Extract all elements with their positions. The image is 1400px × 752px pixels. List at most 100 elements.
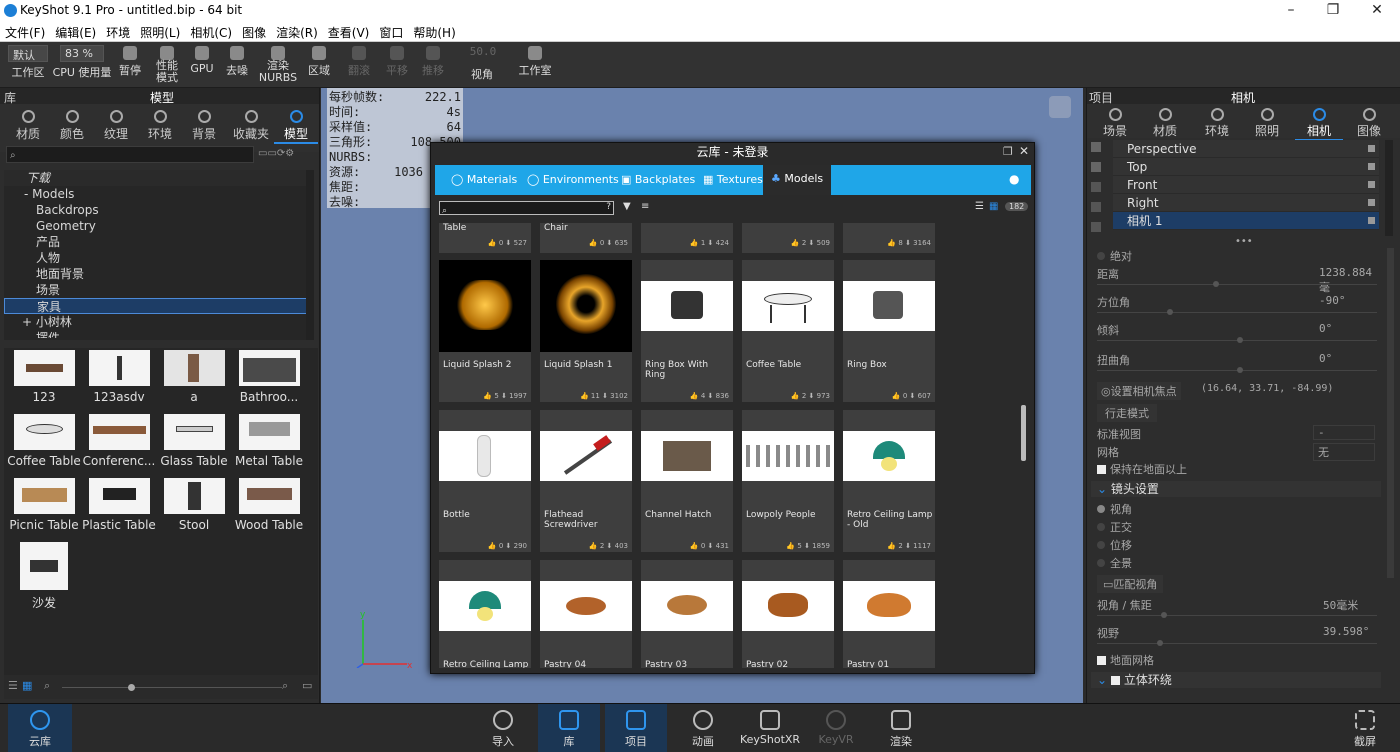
model-card[interactable]: Liquid Splash 2 👍 5 ⬇ 1997 [439,260,531,402]
camera-item-right[interactable]: Right [1113,194,1379,212]
model-thumbnail[interactable]: Picnic Table [6,478,82,532]
tree-item-scenes[interactable]: 场景 [4,282,310,298]
tab-camera[interactable]: 相机 [1295,106,1343,141]
menu-edit[interactable]: 编辑(E) [50,22,101,43]
dolly-button[interactable]: 推移 [418,42,448,88]
fov-value[interactable]: 50.0 [458,45,508,63]
menu-help[interactable]: 帮助(H) [408,22,460,43]
twist-slider[interactable] [1097,367,1377,373]
tree-item-models[interactable]: - Models [4,186,310,202]
ground-grid-checkbox[interactable]: 地面网格 [1097,652,1154,668]
camera-item-front[interactable]: Front [1113,176,1379,194]
close-icon[interactable]: ✕ [1362,2,1392,18]
thumbnail-size-slider[interactable] [62,687,282,688]
model-thumbnail[interactable]: Coffee Table [6,414,82,468]
field-of-view-slider[interactable] [1097,640,1377,646]
tree-scrollbar[interactable] [306,170,314,340]
keyshotxr-button[interactable]: KeyShotXR [735,704,805,752]
model-thumbnail[interactable]: 123asdv [81,350,157,404]
cpu-usage-select[interactable]: 83 % [60,45,104,62]
pan-button[interactable]: 平移 [382,42,412,88]
lens-option-panoramic[interactable]: 全景 [1097,555,1132,571]
cloud-scrollbar-thumb[interactable] [1021,405,1026,461]
camera-item-perspective[interactable]: Perspective [1113,140,1379,158]
tab-backplates[interactable]: 背景 [182,106,226,142]
tab-image[interactable]: 图像 [1347,106,1391,139]
user-icon[interactable]: ● [1009,172,1019,186]
grid-select[interactable]: 无 [1313,443,1375,461]
model-card[interactable]: Retro Ceiling Lamp - Old 👍 2 ⬇ 1117 [843,410,935,552]
camera-item-camera-1[interactable]: 相机 1 [1113,212,1379,230]
tree-item-products[interactable]: 产品 [4,234,310,250]
tab-backplates[interactable]: ▣ Backplates [621,173,695,186]
model-card[interactable]: Table 👍 0 ⬇ 527 [439,223,531,253]
lock-icon[interactable] [1368,199,1375,206]
save-camera-icon[interactable] [1091,222,1101,232]
render-nurbs-button[interactable]: 渲染 NURBS [258,42,298,88]
model-thumbnail[interactable]: Plastic Table [81,478,157,532]
tree-item-geometry[interactable]: Geometry [4,218,310,234]
lock-icon[interactable] [1368,163,1375,170]
model-card[interactable]: Retro Ceiling Lamp [439,560,531,668]
model-card[interactable]: Channel Hatch 👍 0 ⬇ 431 [641,410,733,552]
tree-item-ornaments[interactable]: 摆件 [4,330,310,338]
denoise-button[interactable]: 去噪 [222,42,252,88]
incline-slider[interactable] [1097,337,1377,343]
model-card[interactable]: Flathead Screwdriver 👍 2 ⬇ 403 [540,410,632,552]
menu-image[interactable]: 图像 [237,22,271,43]
library-button[interactable]: 库 [538,704,600,752]
distance-value[interactable]: 1238.884毫 [1319,266,1381,295]
cloud-library-button[interactable]: 云库 [8,704,72,752]
close-icon[interactable]: ✕ [1019,144,1029,158]
tab-environments[interactable]: ◯ Environments [527,173,619,186]
model-thumbnail[interactable]: Metal Table [231,414,307,468]
model-card[interactable]: Liquid Splash 1 👍 11 ⬇ 3102 [540,260,632,402]
model-thumbnail[interactable]: Wood Table [231,478,307,532]
help-icon[interactable]: ? [606,202,611,212]
tab-models[interactable]: ♣ Models [763,165,832,195]
slider-handle[interactable] [128,684,135,691]
sort-icon[interactable]: ≡ [641,201,649,212]
keyvr-button[interactable]: KeyVR [805,704,867,752]
camera-list-scrollbar[interactable] [1385,140,1393,236]
screenshot-button[interactable]: 截屏 [1334,704,1396,752]
model-thumbnail[interactable]: a [156,350,232,404]
tab-environments[interactable]: 环境 [138,106,182,142]
add-camera-icon[interactable] [1091,142,1101,152]
folder-icon[interactable]: ▭ [302,679,312,692]
render-button[interactable]: 渲染 [870,704,932,752]
model-card[interactable]: Lowpoly People 👍 5 ⬇ 1859 [742,410,834,552]
tab-materials[interactable]: 材质 [1143,106,1187,139]
restore-icon[interactable]: ❐ [1003,145,1013,158]
model-card[interactable]: 👍 8 ⬇ 3164 [843,223,935,253]
tab-colors[interactable]: 颜色 [50,106,94,142]
camera-item-top[interactable]: Top [1113,158,1379,176]
region-button[interactable]: 区域 [304,42,334,88]
resize-handle-icon[interactable]: ••• [1235,236,1253,247]
model-thumbnail[interactable]: 123 [6,350,82,404]
list-view-icon[interactable]: ☰ [8,679,18,692]
list-view-icon[interactable]: ☰ [975,201,984,212]
stereo-section[interactable]: ⌄ 立体环绕 [1091,672,1381,688]
model-card[interactable]: 👍 2 ⬇ 509 [742,223,834,253]
model-card[interactable]: Chair 👍 0 ⬇ 635 [540,223,632,253]
model-thumbnail[interactable]: 沙发 [6,542,82,611]
pause-button[interactable]: 暂停 [114,42,146,88]
delete-camera-icon[interactable] [1091,182,1101,192]
menu-window[interactable]: 窗口 [374,22,408,43]
studio-button[interactable]: 工作室 [514,42,556,88]
model-card[interactable]: Coffee Table 👍 2 ⬇ 973 [742,260,834,402]
menu-render[interactable]: 渲染(R) [271,22,323,43]
tree-item-grove[interactable]: + 小树林 [4,314,310,330]
tree-item-people[interactable]: 人物 [4,250,310,266]
minimize-icon[interactable]: – [1276,2,1306,18]
model-card[interactable]: Bottle 👍 0 ⬇ 290 [439,410,531,552]
lens-option-shift[interactable]: 位移 [1097,537,1132,553]
menu-file[interactable]: 文件(F) [0,22,50,43]
tab-environment[interactable]: 环境 [1195,106,1239,139]
reset-camera-icon[interactable] [1091,202,1101,212]
tree-item-backdrops[interactable]: Backdrops [4,202,310,218]
tab-materials[interactable]: 材质 [6,106,50,142]
tab-favorites[interactable]: 收藏夹 [228,106,274,142]
twist-value[interactable]: 0° [1319,352,1381,365]
